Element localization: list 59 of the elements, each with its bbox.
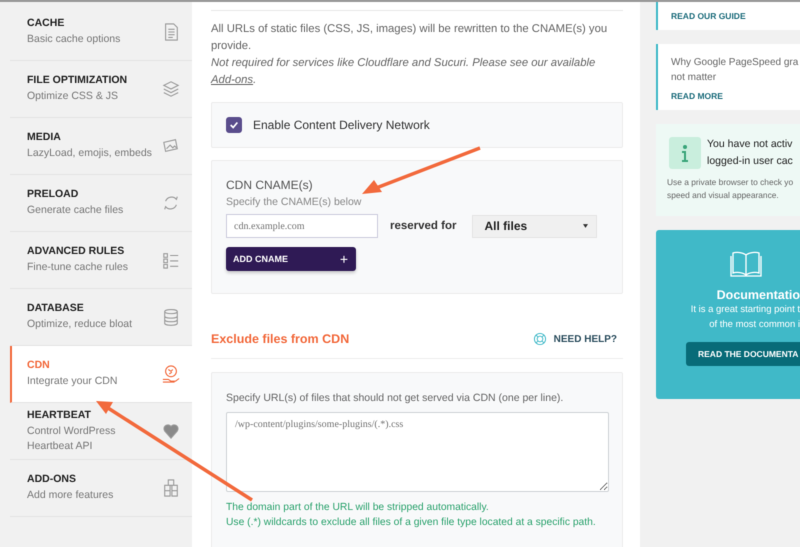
read-more-link[interactable]: READ MORE [671,91,800,101]
layers-icon [162,79,180,99]
notice-text: Use a private browser to check yo [667,176,794,189]
info-icon [669,137,701,169]
lifebuoy-icon [532,332,547,346]
help-note: The domain part of the URL will be stripped automatically. [226,501,490,515]
note-text: Not required for services like Cloudflare and Sucuri. Please see our available Add-ons. [211,56,596,88]
nav-title: CACHE [27,17,66,30]
intro-text: All URLs of static files (CSS, JS, images) will be rewritten to the CNAME(s) you provide. [211,22,608,54]
nav-title: MEDIA [27,131,62,144]
nav-title: PRELOAD [27,188,80,200]
database-icon [162,307,180,327]
nav-title: FILE OPTIMIZATION [27,74,128,86]
book-icon [730,250,762,278]
check-icon [229,120,239,130]
nav-title: HEARTBEAT [27,409,92,422]
checkbox[interactable] [226,117,242,133]
nav-title: CDN [27,359,51,372]
documentation-title: Documentatio [716,288,800,302]
section-title: Exclude files from CDN [211,332,350,346]
exclude-textarea[interactable]: /wp-content/plugins/some-plugins/(.*).css [226,412,609,492]
documentation-text: of the most common i [709,318,800,332]
nav-subtitle: Fine-tune cache rules [27,260,129,275]
nav-subtitle: Basic cache options [27,32,122,47]
reserved-label: reserved for [390,220,456,232]
document-icon [162,22,180,42]
cname-input[interactable]: cdn.example.com [226,214,378,238]
nav-subtitle: Optimize, reduce bloat [27,317,134,332]
add-ons-link[interactable]: Add-ons [211,74,254,86]
cubes-icon [162,478,180,498]
add-cname-button[interactable]: ADD CNAME + [226,247,356,271]
nav-title: ADD-ONS [27,473,77,486]
hint-text: Specify URL(s) of files that should not get served via CDN (one per line). [226,392,564,404]
nav-subtitle: Add more features [27,488,114,503]
caret-icon [583,224,588,228]
read-documentation-button[interactable]: READ THE DOCUMENTA [686,342,800,366]
nav-title: DATABASE [27,302,85,314]
nav-subtitle: Generate cache files [27,203,124,218]
article-text: not matter [671,71,718,85]
file-type-select[interactable]: All files [472,214,598,238]
notice-title: You have not activ [707,137,793,152]
nav-subtitle: LazyLoad, emojis, embeds [27,146,152,161]
article-text: Why Google PageSpeed gra [671,56,800,70]
nav-subtitle: Control WordPress Heartbeat API [27,424,117,453]
need-help-link[interactable]: NEED HELP? [532,332,617,346]
section-label: CDN CNAME(s) [226,178,314,192]
nav-subtitle: Optimize CSS & JS [27,89,120,104]
documentation-text: It is a great starting point t [690,303,800,317]
nav-subtitle: Integrate your CDN [27,374,118,389]
notice-title: logged-in user cac [707,154,793,169]
globe-hand-icon [162,364,180,384]
help-note: Use (.*) wildcards to exclude all files of a given file type located at a specific path. [226,516,597,530]
checkbox-label: Enable Content Delivery Network [253,118,430,132]
read-guide-link[interactable]: READ OUR GUIDE [671,11,746,21]
sidebar-item[interactable]: CDN Integrate your CDN [10,346,192,403]
notice-text: speed and visual appearance. [667,189,780,202]
hint-text: Specify the CNAME(s) below [226,196,362,208]
nav-title: ADVANCED RULES [27,245,126,258]
checklist-icon [162,250,180,270]
